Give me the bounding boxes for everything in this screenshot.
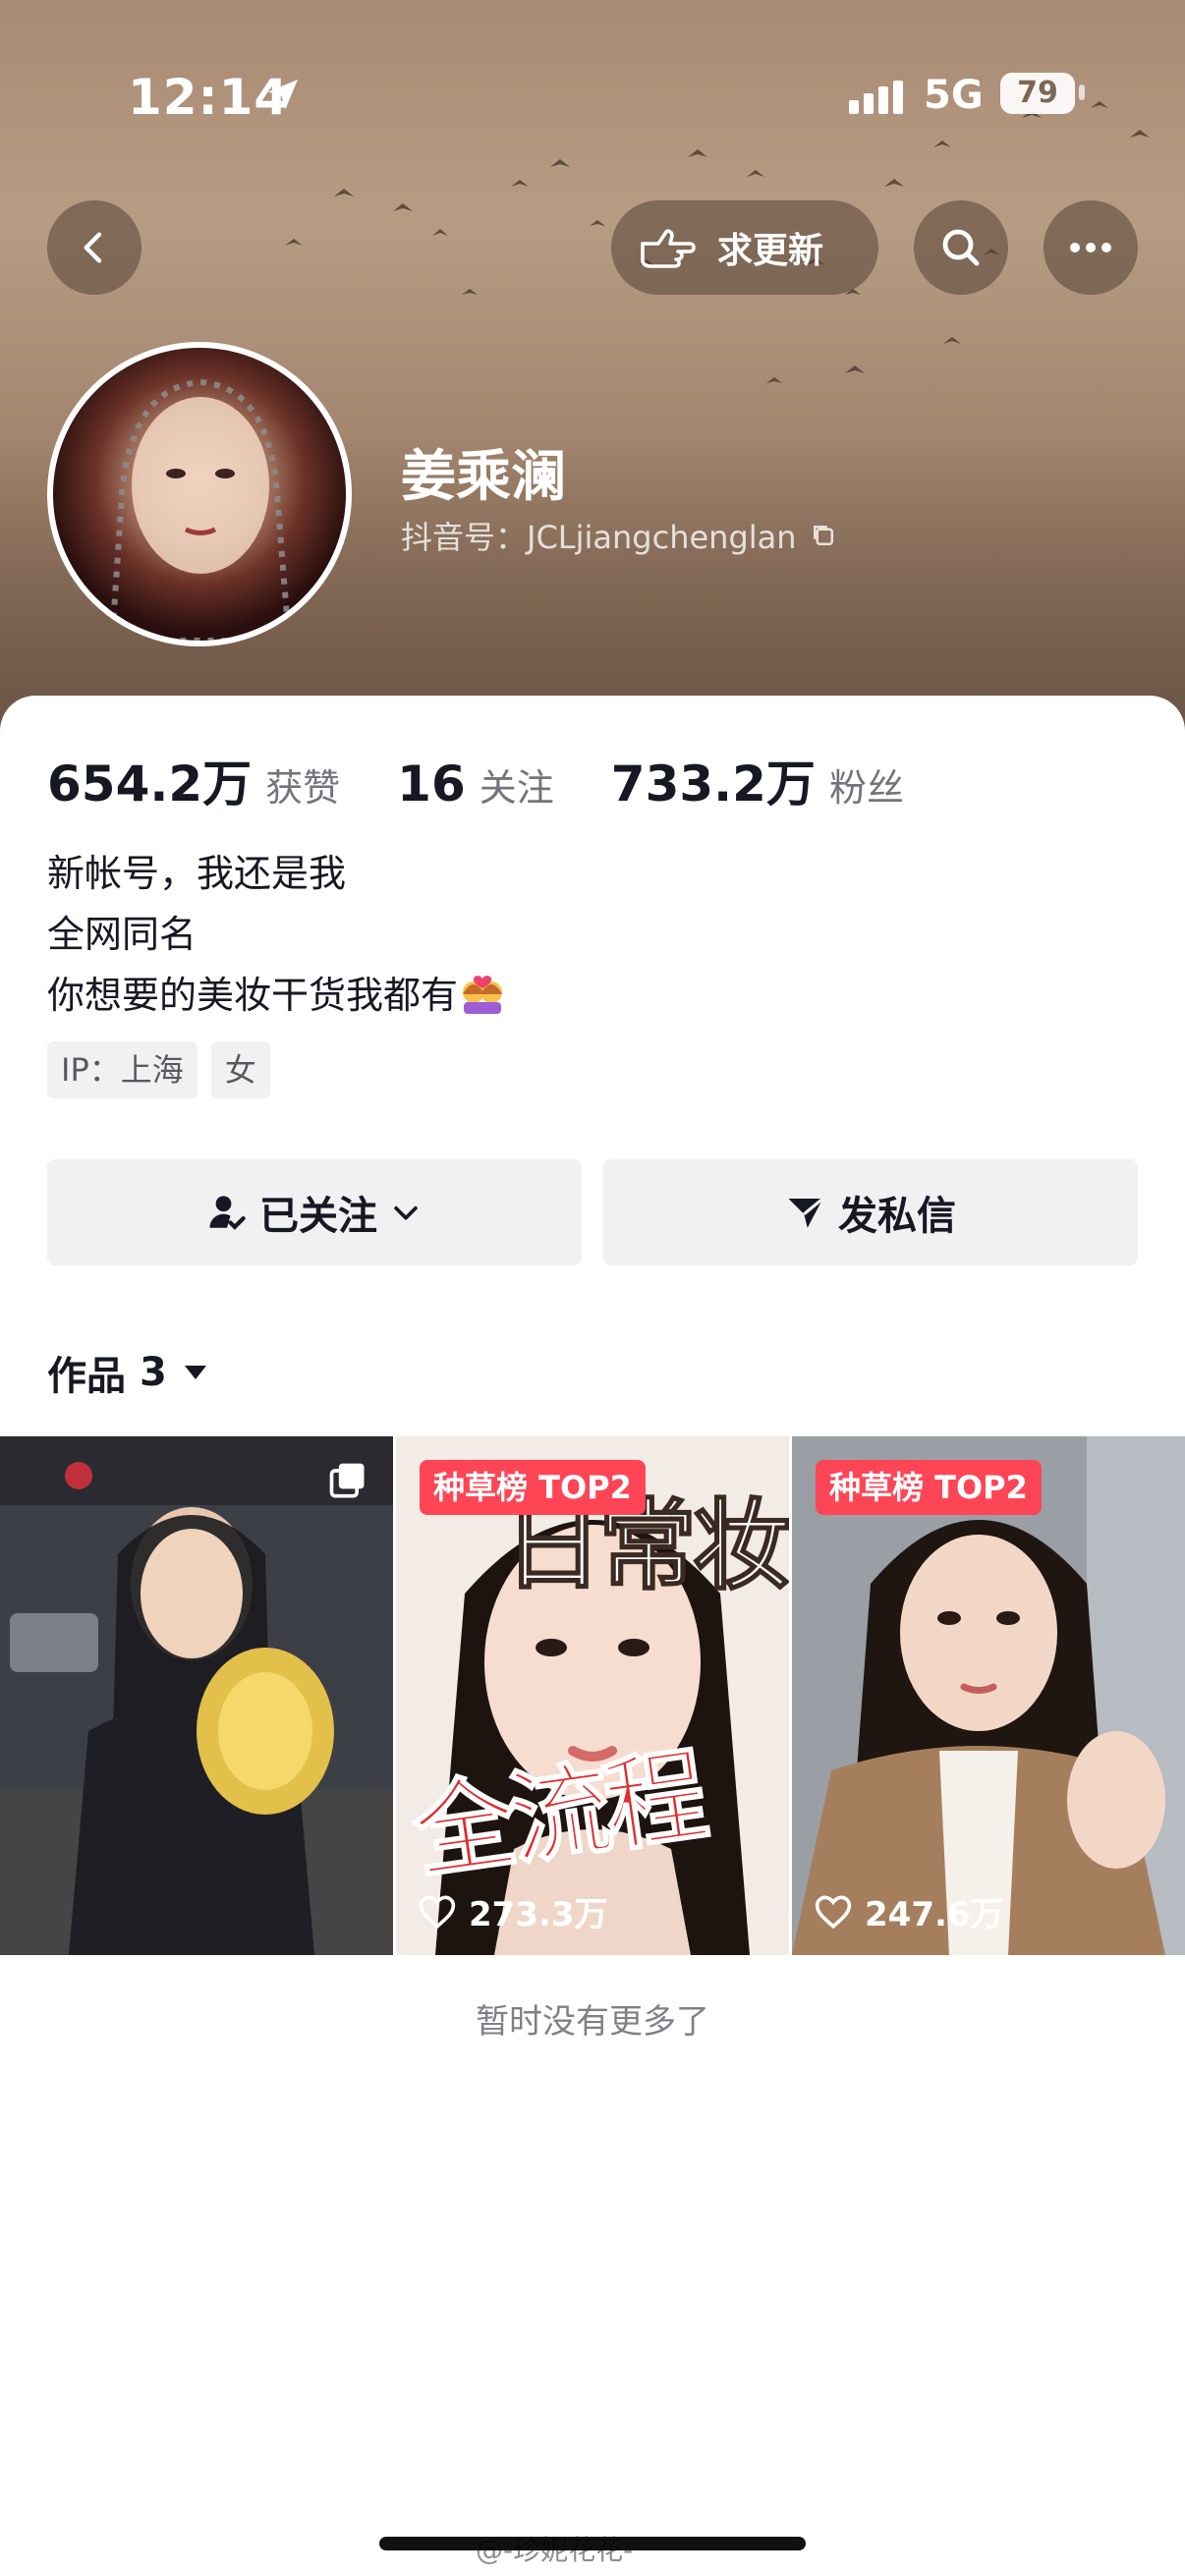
avatar-portrait <box>108 378 293 641</box>
multi-image-icon <box>326 1460 369 1503</box>
paper-plane-icon <box>785 1192 826 1233</box>
send-message-button[interactable]: 发私信 <box>603 1159 1138 1265</box>
works-grid: 日常妆 全流程 种草榜 TOP2 273.3万 种草榜 TOP2 247.6万 <box>0 1436 1185 1955</box>
video-tile[interactable] <box>0 1436 393 1955</box>
works-title: 作品 <box>47 1354 126 1399</box>
battery-icon: 79 <box>1000 73 1075 114</box>
likes-counter: 247.6万 <box>814 1887 1004 1935</box>
followers-label[interactable]: 粉丝 <box>829 757 904 812</box>
following-count[interactable]: 16 <box>397 756 466 812</box>
cellular-signal-icon <box>849 81 908 118</box>
battery-nub <box>1079 84 1085 100</box>
bio-line: 新帐号，我还是我 <box>47 852 347 895</box>
video-tile[interactable]: 日常妆 全流程 种草榜 TOP2 273.3万 <box>396 1436 789 1955</box>
search-icon <box>942 229 980 266</box>
avatar[interactable] <box>47 342 352 646</box>
network-type: 5G <box>924 73 984 118</box>
video-thumbnail <box>0 1436 393 1955</box>
following-button[interactable]: 已关注 <box>47 1159 582 1265</box>
likes-count: 654.2万 <box>47 756 253 812</box>
likes-counter: 273.3万 <box>418 1887 608 1935</box>
bio-line-text: 你想要的美妆干货我都有 <box>47 974 459 1017</box>
chevron-down-icon <box>389 1196 423 1229</box>
no-more-content-text: 暂时没有更多了 <box>476 2002 709 2042</box>
works-count: 3 <box>140 1350 167 1395</box>
ip-location-tag: IP：上海 <box>47 1041 198 1098</box>
likes-count-text: 247.6万 <box>865 1895 1004 1934</box>
heart-icon <box>418 1894 457 1930</box>
profile-bio: 新帐号，我还是我 全网同名 你想要的美妆干货我都有 <box>47 843 507 1026</box>
bio-line: 全网同名 <box>47 913 198 956</box>
following-label[interactable]: 关注 <box>480 757 554 812</box>
likes-count-text: 273.3万 <box>469 1895 608 1934</box>
request-update-button[interactable]: 求更新 <box>611 200 878 295</box>
heart-icon <box>814 1894 853 1930</box>
video-tile[interactable]: 种草榜 TOP2 247.6万 <box>792 1436 1185 1955</box>
send-message-label: 发私信 <box>838 1194 956 1239</box>
gender-tag: 女 <box>210 1041 270 1098</box>
more-dots-icon <box>1070 243 1111 252</box>
following-button-label: 已关注 <box>259 1194 377 1239</box>
couple-heart-emoji-icon <box>463 976 503 1014</box>
likes-label: 获赞 <box>265 766 341 810</box>
caret-down-icon <box>183 1363 208 1382</box>
douyin-id-text: 抖音号：JCLjiangchenglan <box>401 519 797 556</box>
chevron-left-icon <box>84 232 102 263</box>
bio-line: 你想要的美妆干货我都有 <box>47 965 507 1026</box>
copy-icon[interactable] <box>809 521 838 550</box>
search-button[interactable] <box>914 200 1008 295</box>
ranking-badge: 种草榜 TOP2 <box>420 1460 646 1515</box>
followers-count[interactable]: 733.2万 <box>611 745 816 815</box>
profile-name: 姜乘澜 <box>401 445 566 509</box>
user-check-icon <box>206 1192 248 1233</box>
request-update-label: 求更新 <box>717 231 824 271</box>
status-bar: 12:14 5G 79 <box>0 69 1185 128</box>
douyin-id[interactable]: 抖音号：JCLjiangchenglan <box>401 513 838 558</box>
profile-tags: IP：上海 女 <box>47 1041 284 1098</box>
works-tab[interactable]: 作品 3 <box>47 1344 208 1401</box>
watermark: @-珍妮花花- <box>476 2534 634 2566</box>
back-button[interactable] <box>47 200 141 295</box>
location-arrow-icon <box>263 75 303 118</box>
more-button[interactable] <box>1044 200 1138 295</box>
pointing-hand-icon <box>639 224 698 271</box>
profile-stats: 654.2万 获赞 16 关注 733.2万 粉丝 <box>47 745 961 815</box>
ranking-badge: 种草榜 TOP2 <box>816 1460 1042 1515</box>
